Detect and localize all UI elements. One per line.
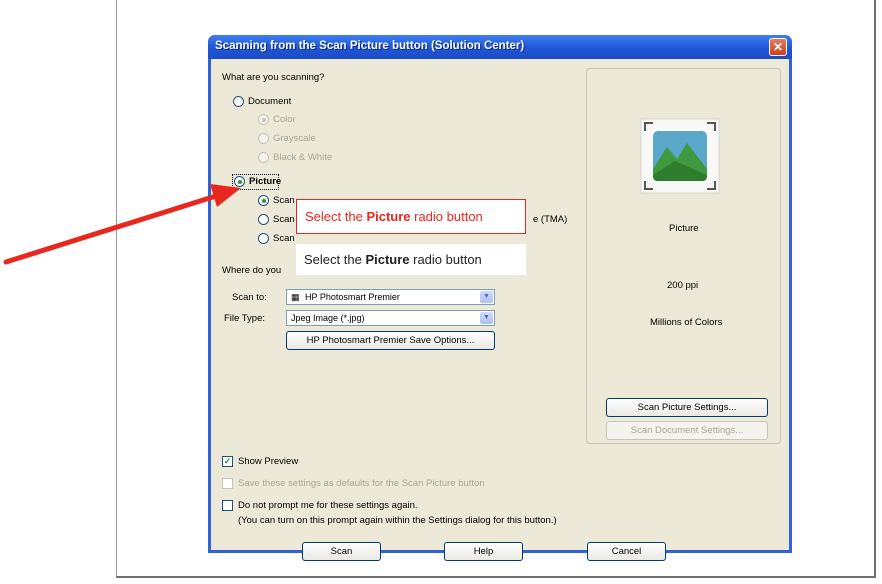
pointer-arrow-icon xyxy=(3,184,241,265)
